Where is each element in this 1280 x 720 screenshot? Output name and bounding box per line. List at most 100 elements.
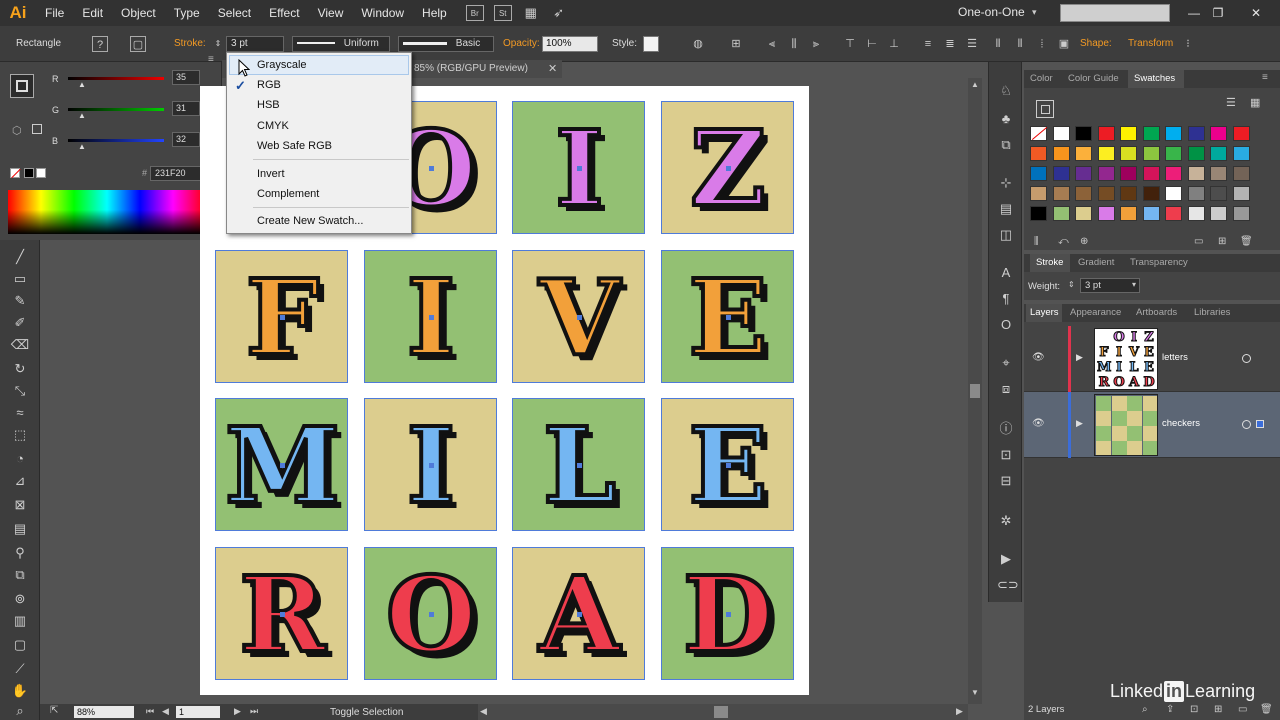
weight-field[interactable]: 3 pt — [1080, 278, 1140, 293]
tab-layers[interactable]: Layers — [1030, 307, 1059, 318]
color-swatch[interactable] — [1120, 206, 1137, 221]
r-slider-thumb[interactable]: ▲ — [78, 80, 86, 89]
distribute-center-icon[interactable]: ⫴ — [1012, 36, 1028, 52]
b-value-field[interactable]: 32 — [172, 132, 200, 147]
weight-dropdown-icon[interactable]: ▾ — [1132, 280, 1136, 289]
tab-stroke[interactable]: Stroke — [1036, 257, 1063, 268]
color-swatch[interactable] — [1187, 206, 1205, 221]
layer-row-checkers[interactable]: 👁 ▶ checkers — [1024, 392, 1280, 458]
image-trace-icon[interactable]: ⧈ — [997, 380, 1015, 398]
new-swatch-icon[interactable]: ⊞ — [1218, 236, 1226, 247]
mesh-tool-icon[interactable]: ⊠ — [10, 496, 30, 514]
color-swatch[interactable] — [1142, 146, 1160, 161]
panel-options-icon[interactable]: ⁝ — [1180, 36, 1196, 52]
menu-window[interactable]: Window — [352, 0, 413, 26]
recolor-artwork-icon[interactable]: ◍ — [690, 36, 706, 52]
menu-object[interactable]: Object — [112, 0, 165, 26]
free-transform-tool-icon[interactable]: ⬚ — [10, 426, 30, 444]
color-swatch[interactable] — [1232, 206, 1250, 221]
color-swatch[interactable] — [1030, 206, 1047, 221]
color-swatch[interactable] — [1210, 166, 1227, 181]
color-swatch[interactable] — [1097, 186, 1115, 201]
tab-libraries[interactable]: Libraries — [1194, 307, 1230, 318]
delete-layer-icon[interactable]: 🗑 — [1260, 704, 1273, 715]
transform-link[interactable]: Transform — [1128, 38, 1173, 49]
color-swatch[interactable] — [1075, 126, 1092, 141]
align-right-icon[interactable]: ⫸ — [808, 36, 824, 52]
warp-tool-icon[interactable]: ≈ — [10, 404, 30, 422]
align-top-icon[interactable]: ⊤ — [842, 36, 858, 52]
eyedropper-tool-icon[interactable]: ⚲ — [10, 544, 30, 562]
center-anchor-point[interactable] — [428, 611, 434, 617]
letter-tile[interactable]: I — [363, 249, 497, 383]
swatch-libraries-icon[interactable]: ⫼ — [1034, 236, 1039, 247]
stroke-stepper-icon[interactable]: ⇕ — [210, 36, 226, 52]
center-anchor-point[interactable] — [280, 463, 285, 468]
new-color-group-icon[interactable]: ▭ — [1194, 236, 1203, 247]
g-slider-thumb[interactable]: ▲ — [78, 111, 86, 120]
toggle-selection-status[interactable]: Toggle Selection — [330, 707, 403, 718]
visibility-eye-icon[interactable]: 👁 — [1032, 418, 1045, 429]
opacity-label[interactable]: Opacity: — [503, 38, 540, 49]
opacity-field[interactable]: 100% — [542, 36, 598, 52]
none-swatch[interactable] — [10, 168, 21, 179]
letter-tile[interactable]: M — [215, 398, 348, 531]
line-tool-icon[interactable]: ╱ — [10, 248, 30, 266]
color-swatch[interactable] — [1142, 126, 1160, 141]
menu-effect[interactable]: Effect — [260, 0, 308, 26]
center-anchor-point[interactable] — [577, 314, 582, 320]
color-swatch[interactable] — [1120, 166, 1137, 181]
scroll-down-icon[interactable]: ▼ — [971, 688, 979, 697]
color-swatch[interactable] — [1030, 166, 1047, 181]
color-swatch[interactable] — [1120, 146, 1137, 161]
menu-edit[interactable]: Edit — [73, 0, 112, 26]
tab-swatches[interactable]: Swatches — [1134, 73, 1175, 84]
minimize-button[interactable]: — — [1184, 3, 1204, 23]
center-anchor-point[interactable] — [428, 166, 434, 171]
opentype-icon[interactable]: O — [997, 316, 1015, 334]
center-anchor-point[interactable] — [428, 314, 434, 320]
actions-play-icon[interactable]: ▶ — [997, 550, 1015, 568]
zoom-field[interactable]: 88% — [74, 706, 134, 718]
menu-item-hsb[interactable]: HSB — [257, 99, 280, 111]
center-anchor-point[interactable] — [280, 314, 285, 320]
menu-item-complement[interactable]: Complement — [257, 188, 319, 200]
blob-brush-tool-icon[interactable]: ✐ — [10, 314, 30, 332]
color-swatch[interactable] — [1052, 186, 1070, 201]
swatch-fill-proxy-icon[interactable] — [1036, 100, 1054, 118]
menu-item-web-safe-rgb[interactable]: Web Safe RGB — [257, 140, 332, 152]
menu-select[interactable]: Select — [209, 0, 260, 26]
letter-tile[interactable]: O — [363, 546, 497, 680]
scroll-up-icon[interactable]: ▲ — [971, 80, 979, 89]
menu-item-cmyk[interactable]: CMYK — [257, 120, 289, 132]
center-anchor-point[interactable] — [428, 463, 434, 468]
visibility-eye-icon[interactable]: 👁 — [1032, 352, 1045, 363]
color-swatch[interactable] — [1120, 186, 1137, 201]
color-swatch[interactable] — [1030, 146, 1047, 161]
menu-file[interactable]: File — [36, 0, 73, 26]
artboard-number-field[interactable]: 1 — [176, 706, 220, 718]
center-anchor-point[interactable] — [725, 611, 731, 617]
locate-object-icon[interactable]: ⌕ — [1142, 704, 1148, 715]
tab-artboards[interactable]: Artboards — [1136, 307, 1177, 318]
hex-value-field[interactable]: 231F20 — [150, 166, 206, 181]
color-swatch[interactable] — [1052, 206, 1070, 221]
menu-help[interactable]: Help — [413, 0, 456, 26]
close-button[interactable]: ✕ — [1246, 3, 1266, 23]
color-swatch[interactable] — [1165, 206, 1182, 221]
color-swatch[interactable] — [1075, 166, 1092, 181]
color-swatch[interactable] — [1097, 166, 1115, 181]
horizontal-scrollbar[interactable]: ◀ ▶ — [478, 704, 968, 720]
center-anchor-point[interactable] — [577, 166, 582, 171]
stock-button[interactable]: St — [493, 5, 512, 21]
column-graph-tool-icon[interactable]: ▥ — [10, 612, 30, 630]
letter-tile[interactable]: V — [512, 249, 645, 383]
expand-arrow-icon[interactable]: ▶ — [1076, 418, 1083, 429]
color-swatch[interactable] — [1142, 206, 1160, 221]
graphic-styles-icon[interactable]: ⧉ — [997, 136, 1015, 154]
fill-stroke-proxy[interactable] — [10, 74, 34, 98]
gpu-rocket-icon[interactable]: ➶ — [550, 5, 568, 21]
appearance-icon[interactable]: ⌖ — [997, 354, 1015, 372]
color-swatch[interactable] — [1075, 186, 1092, 201]
vertical-scroll-thumb[interactable] — [970, 384, 980, 398]
